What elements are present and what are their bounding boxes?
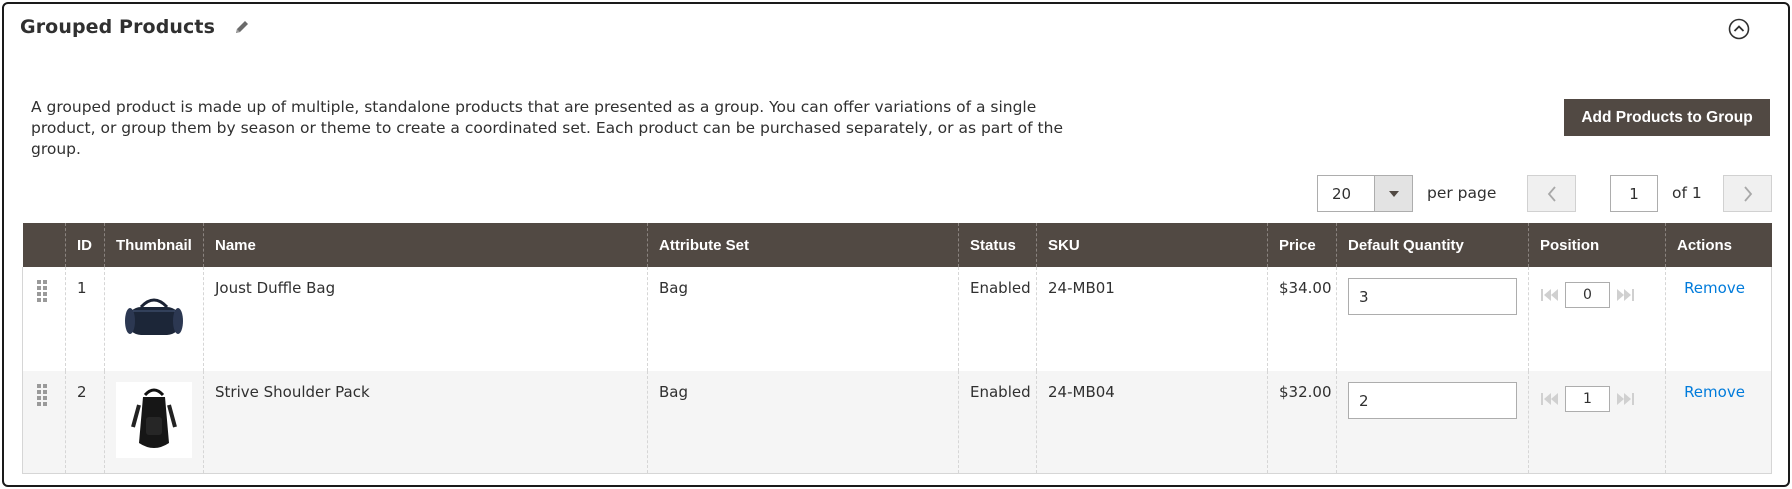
remove-link[interactable]: Remove (1677, 383, 1760, 401)
default-quantity-input[interactable] (1348, 382, 1517, 419)
cell-thumbnail (104, 371, 204, 473)
per-page-value: 20 (1332, 185, 1352, 203)
column-header-status[interactable]: Status (958, 223, 1037, 267)
skip-last-icon[interactable] (1615, 288, 1635, 302)
pencil-icon[interactable] (233, 18, 251, 36)
current-page-input[interactable] (1610, 175, 1658, 212)
dropdown-arrow-icon[interactable] (1374, 176, 1412, 211)
skip-last-icon[interactable] (1615, 392, 1635, 406)
default-quantity-input[interactable] (1348, 278, 1517, 315)
pager: 20 per page of 1 (4, 175, 1788, 213)
drag-handle-icon[interactable] (34, 383, 54, 406)
chevron-left-icon (1547, 185, 1556, 202)
drag-cell (22, 267, 66, 371)
drag-cell (22, 371, 66, 473)
column-header-id[interactable]: ID (65, 223, 105, 267)
cell-sku: 24-MB01 (1036, 267, 1268, 371)
previous-page-button[interactable] (1527, 175, 1576, 212)
column-header-position[interactable]: Position (1528, 223, 1666, 267)
column-header-thumbnail[interactable]: Thumbnail (104, 223, 204, 267)
per-page-select[interactable]: 20 (1317, 175, 1413, 212)
section-title: Grouped Products (20, 16, 215, 38)
cell-name: Joust Duffle Bag (203, 267, 648, 371)
position-input[interactable] (1565, 282, 1610, 308)
column-header-attribute-set[interactable]: Attribute Set (647, 223, 959, 267)
cell-price: $34.00 (1267, 267, 1337, 371)
cell-position (1528, 267, 1666, 371)
add-products-to-group-button[interactable]: Add Products to Group (1564, 99, 1770, 136)
column-header-sku[interactable]: SKU (1036, 223, 1268, 267)
cell-attribute-set: Bag (647, 371, 959, 473)
cell-default-quantity (1336, 371, 1529, 473)
table-row: 1 Joust Duffle Bag Bag Enabled 24-MB01 $… (22, 267, 1772, 371)
section-description: A grouped product is made up of multiple… (31, 98, 1063, 158)
cell-price: $32.00 (1267, 371, 1337, 473)
cell-status: Enabled (958, 371, 1037, 473)
column-header-name[interactable]: Name (203, 223, 648, 267)
drag-handle-icon[interactable] (34, 279, 54, 302)
duffle-bag-thumbnail (116, 278, 192, 354)
cell-actions: Remove (1665, 267, 1772, 371)
next-page-button[interactable] (1723, 175, 1772, 212)
column-header-price[interactable]: Price (1267, 223, 1337, 267)
chevron-right-icon (1743, 185, 1752, 202)
table-row: 2 Strive Shoulder Pack Bag Enabled 24-MB… (22, 371, 1772, 473)
remove-link[interactable]: Remove (1677, 279, 1760, 297)
column-header-actions: Actions (1665, 223, 1772, 267)
page-total-label: of 1 (1672, 184, 1702, 202)
cell-thumbnail (104, 267, 204, 371)
cell-sku: 24-MB04 (1036, 371, 1268, 473)
cell-id: 1 (65, 267, 105, 371)
grouped-products-grid: ID Thumbnail Name Attribute Set Status S… (22, 223, 1772, 474)
cell-id: 2 (65, 371, 105, 473)
cell-actions: Remove (1665, 371, 1772, 473)
cell-name: Strive Shoulder Pack (203, 371, 648, 473)
cell-status: Enabled (958, 267, 1037, 371)
cell-default-quantity (1336, 267, 1529, 371)
backpack-thumbnail (116, 382, 192, 458)
grouped-products-panel: Grouped Products A grouped product is ma… (2, 2, 1790, 487)
skip-first-icon[interactable] (1540, 288, 1560, 302)
position-input[interactable] (1565, 386, 1610, 412)
column-header-default-quantity[interactable]: Default Quantity (1336, 223, 1529, 267)
collapse-chevron-icon[interactable] (1728, 18, 1750, 40)
column-header-drag (22, 223, 66, 267)
per-page-label: per page (1427, 184, 1497, 202)
cell-position (1528, 371, 1666, 473)
cell-attribute-set: Bag (647, 267, 959, 371)
skip-first-icon[interactable] (1540, 392, 1560, 406)
grid-header-row: ID Thumbnail Name Attribute Set Status S… (22, 223, 1772, 267)
section-header: Grouped Products (20, 16, 251, 38)
